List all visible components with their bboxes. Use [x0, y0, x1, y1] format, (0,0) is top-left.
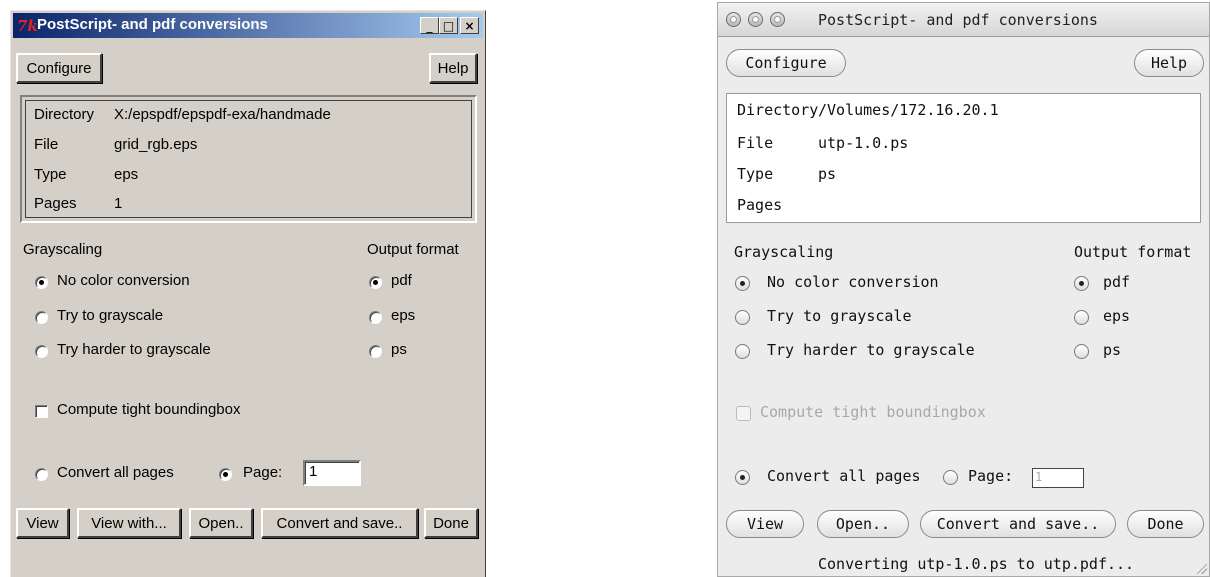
format-pdf-label[interactable]: pdf [391, 272, 412, 289]
radio-format-eps[interactable] [1074, 310, 1089, 325]
mac-window: PostScript- and pdf conversions Configur… [717, 2, 1210, 577]
tight-boundingbox-checkbox[interactable] [35, 405, 48, 418]
format-ps-label[interactable]: ps [391, 341, 407, 358]
directory-label: Directory [34, 106, 95, 123]
directory-value: X:/epspdf/epspdf-exa/handmade [114, 106, 331, 123]
radio-format-ps[interactable] [1074, 344, 1089, 359]
radio-format-pdf[interactable] [1074, 276, 1089, 291]
minimize-button[interactable]: _ [420, 17, 439, 34]
window-title: PostScript- and pdf conversions [37, 16, 268, 33]
radio-try-harder-grayscale[interactable] [735, 344, 750, 359]
no-color-conversion-label[interactable]: No color conversion [767, 273, 939, 291]
radio-try-grayscale[interactable] [35, 311, 48, 324]
windows-window: 7k PostScript- and pdf conversions _ □ ×… [10, 10, 486, 577]
radio-convert-all-pages[interactable] [35, 468, 48, 481]
tight-boundingbox-label[interactable]: Compute tight boundingbox [760, 403, 986, 421]
configure-button[interactable]: Configure [726, 49, 846, 77]
view-with-button[interactable]: View with... [77, 508, 181, 538]
type-value: ps [818, 165, 837, 183]
pages-label: Pages [34, 195, 77, 212]
file-label: File [737, 134, 774, 152]
status-message: Converting utp-1.0.ps to utp.pdf... [818, 555, 1135, 573]
page-label[interactable]: Page: [243, 464, 282, 481]
format-ps-label[interactable]: ps [1103, 341, 1121, 359]
radio-no-color-conversion[interactable] [35, 276, 48, 289]
grayscaling-heading: Grayscaling [734, 243, 834, 261]
try-harder-grayscale-label[interactable]: Try harder to grayscale [767, 341, 975, 359]
file-label: File [34, 136, 59, 153]
radio-try-harder-grayscale[interactable] [35, 345, 48, 358]
open-button[interactable]: Open.. [189, 508, 253, 538]
radio-single-page[interactable] [943, 470, 958, 485]
help-button[interactable]: Help [1134, 49, 1204, 77]
pages-value: 1 [114, 195, 123, 212]
view-button[interactable]: View [16, 508, 69, 538]
tk-logo-icon: 7k [17, 17, 38, 35]
convert-all-pages-label[interactable]: Convert all pages [767, 467, 921, 485]
pages-label: Pages [737, 196, 783, 214]
directory-label: Directory [737, 101, 819, 119]
output-format-heading: Output format [1074, 243, 1192, 261]
radio-format-pdf[interactable] [369, 276, 382, 289]
window-title: PostScript- and pdf conversions [818, 11, 1098, 29]
tight-boundingbox-checkbox[interactable] [736, 406, 751, 421]
radio-convert-all-pages[interactable] [735, 470, 750, 485]
no-color-conversion-label[interactable]: No color conversion [57, 272, 190, 289]
type-value: eps [114, 166, 139, 183]
radio-format-eps[interactable] [369, 311, 382, 324]
format-eps-label[interactable]: eps [391, 307, 415, 324]
mac-titlebar[interactable]: PostScript- and pdf conversions [718, 3, 1209, 37]
view-button[interactable]: View [726, 510, 804, 538]
radio-no-color-conversion[interactable] [735, 276, 750, 291]
resize-grip-icon[interactable] [1195, 562, 1207, 574]
minimize-button-icon[interactable] [748, 12, 763, 27]
done-button[interactable]: Done [424, 508, 478, 538]
radio-format-ps[interactable] [369, 345, 382, 358]
windows-titlebar[interactable]: 7k PostScript- and pdf conversions _ □ × [13, 13, 483, 38]
try-grayscale-label[interactable]: Try to grayscale [767, 307, 912, 325]
done-button[interactable]: Done [1127, 510, 1204, 538]
format-pdf-label[interactable]: pdf [1103, 273, 1130, 291]
convert-and-save-button[interactable]: Convert and save.. [261, 508, 418, 538]
format-eps-label[interactable]: eps [1103, 307, 1130, 325]
type-label: Type [737, 165, 774, 183]
output-format-heading: Output format [367, 241, 459, 258]
grayscaling-heading: Grayscaling [23, 241, 103, 258]
file-value: utp-1.0.ps [818, 134, 909, 152]
page-number-input[interactable]: 1 [1032, 468, 1084, 488]
convert-and-save-button[interactable]: Convert and save.. [920, 510, 1116, 538]
close-button[interactable]: × [460, 17, 479, 34]
page-number-input[interactable]: 1 [303, 460, 361, 486]
try-grayscale-label[interactable]: Try to grayscale [57, 307, 163, 324]
file-value: grid_rgb.eps [114, 136, 198, 153]
configure-button[interactable]: Configure [16, 53, 102, 83]
try-harder-grayscale-label[interactable]: Try harder to grayscale [57, 341, 211, 358]
maximize-button[interactable]: □ [439, 17, 458, 34]
zoom-button-icon[interactable] [770, 12, 785, 27]
radio-single-page[interactable] [219, 468, 232, 481]
page-label[interactable]: Page: [968, 467, 1013, 485]
close-button-icon[interactable] [726, 12, 741, 27]
help-button[interactable]: Help [429, 53, 477, 83]
convert-all-pages-label[interactable]: Convert all pages [57, 464, 174, 481]
type-label: Type [34, 166, 67, 183]
open-button[interactable]: Open.. [817, 510, 909, 538]
tight-boundingbox-label[interactable]: Compute tight boundingbox [57, 401, 240, 418]
directory-value: /Volumes/172.16.20.1 [818, 101, 999, 119]
radio-try-grayscale[interactable] [735, 310, 750, 325]
